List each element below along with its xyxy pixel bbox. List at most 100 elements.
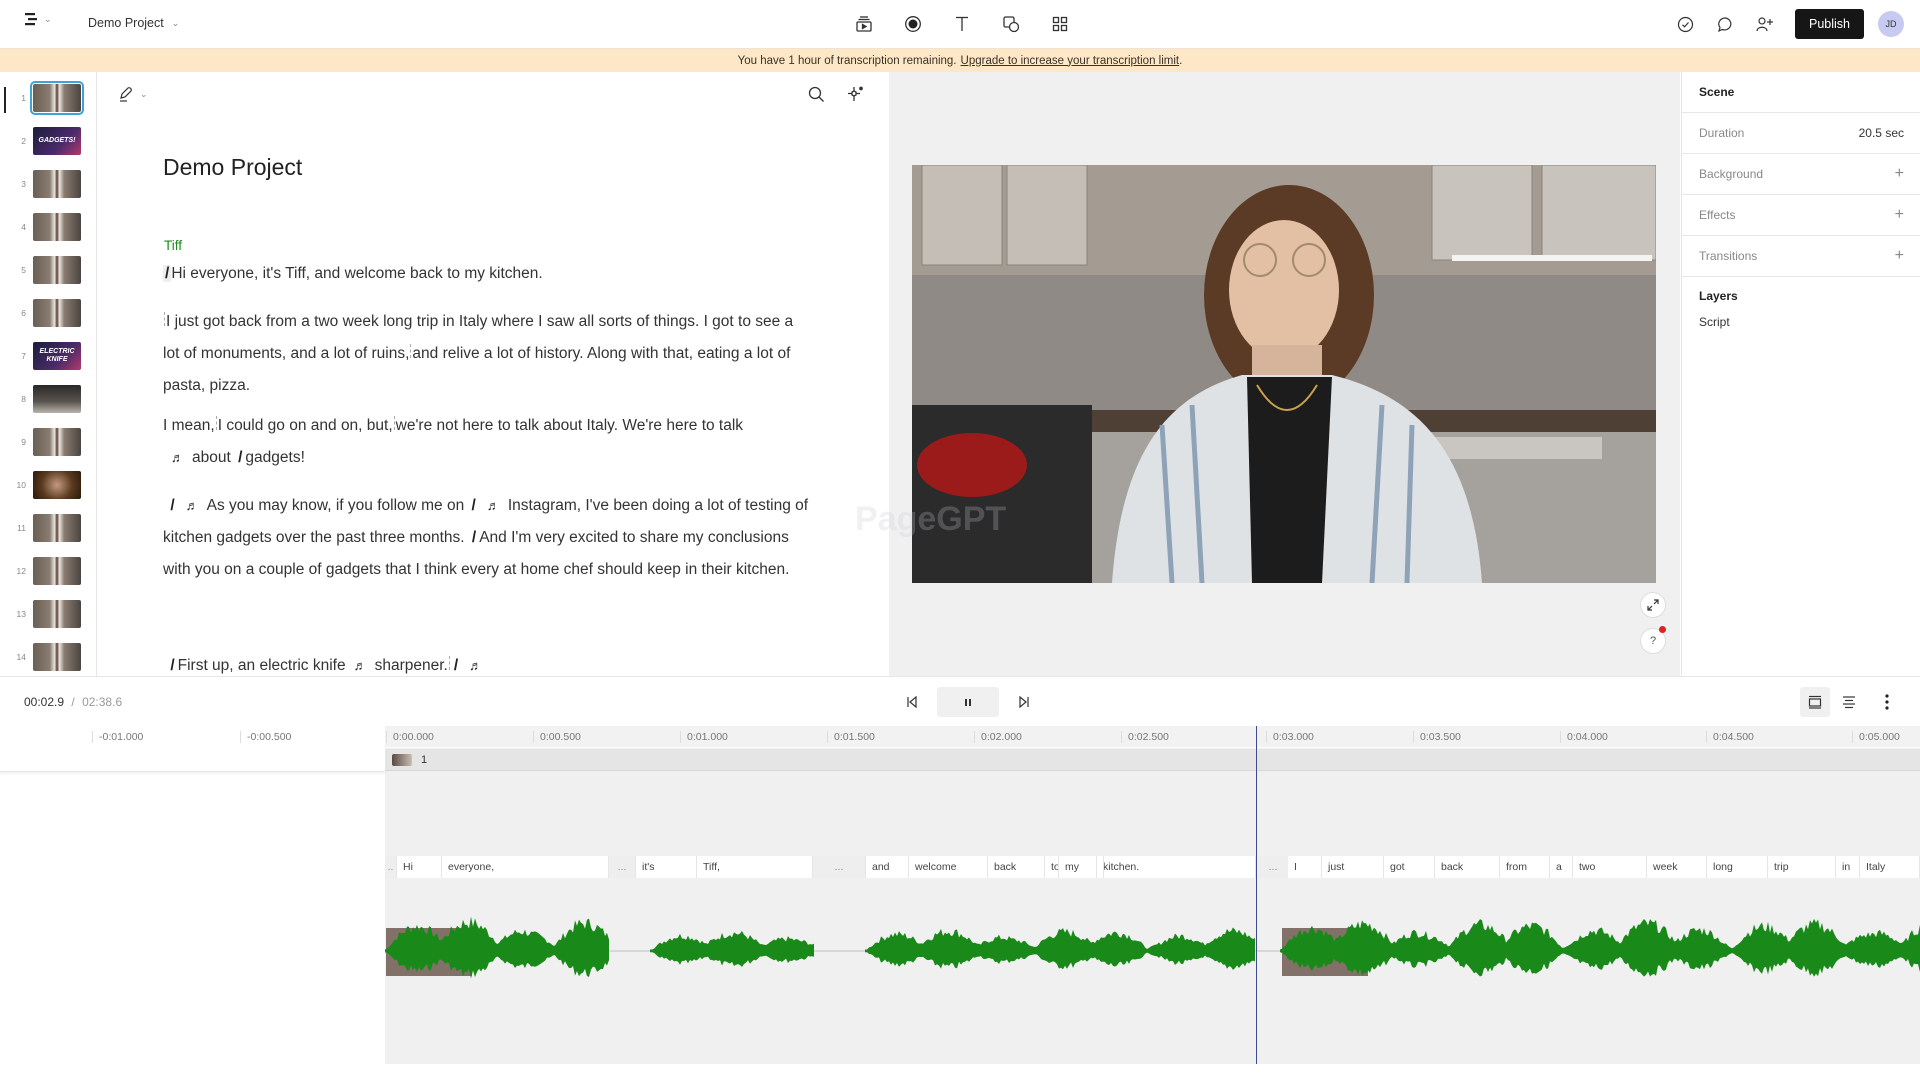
background-row[interactable]: Background +	[1682, 154, 1920, 195]
word-chip[interactable]: a	[1550, 856, 1573, 878]
word-chip[interactable]: and	[866, 856, 909, 878]
duration-row[interactable]: Duration 20.5 sec	[1682, 113, 1920, 154]
music-note-icon[interactable]: ♬	[479, 498, 508, 513]
word-gap[interactable]: ...	[1258, 856, 1289, 878]
scene-item-3[interactable]: 3	[0, 168, 96, 200]
word-gap[interactable]: ...	[813, 856, 866, 878]
add-background-icon[interactable]: +	[1895, 165, 1904, 183]
music-note-icon[interactable]: ♬	[178, 498, 207, 513]
shapes-tool-button[interactable]	[999, 12, 1023, 36]
review-button[interactable]	[1673, 12, 1697, 36]
invite-user-button[interactable]	[1753, 12, 1777, 36]
timeline-tracks[interactable]: 1 .. Hi everyone,... it's Tiff,... and welcome…	[385, 726, 1920, 1064]
scene-item-7[interactable]: 7 ELECTRIC KNIFE	[0, 340, 96, 372]
music-note-icon[interactable]: ♬	[346, 658, 375, 673]
word-chip[interactable]: to	[1045, 856, 1059, 878]
comments-button[interactable]	[1713, 12, 1737, 36]
scene-thumbnail	[33, 213, 81, 241]
speaker-label[interactable]: Tiff	[164, 238, 182, 253]
expand-preview-button[interactable]	[1640, 592, 1666, 618]
word-chip[interactable]: from	[1500, 856, 1550, 878]
scene-break-marker[interactable]: /	[469, 529, 479, 546]
duration-value[interactable]: 20.5 sec	[1859, 126, 1904, 140]
word-chip[interactable]: back	[1435, 856, 1500, 878]
scene-item-14[interactable]: 14	[0, 641, 96, 673]
word-chip[interactable]: two	[1573, 856, 1647, 878]
scene-item-12[interactable]: 12	[0, 555, 96, 587]
scene-item-10[interactable]: 10	[0, 469, 96, 501]
video-frame[interactable]	[912, 165, 1656, 583]
word-chip[interactable]: got	[1384, 856, 1435, 878]
scene-break-marker[interactable]: /	[167, 657, 177, 674]
music-note-icon[interactable]: ♬	[163, 450, 192, 465]
edit-mode-dropdown[interactable]: ⌄	[118, 86, 148, 102]
more-options-button[interactable]	[1872, 687, 1902, 717]
scene-item-4[interactable]: 4	[0, 211, 96, 243]
scene-item-13[interactable]: 13	[0, 598, 96, 630]
scene-break-marker[interactable]: /	[167, 497, 177, 514]
word-chip[interactable]: in	[1836, 856, 1860, 878]
word-chip[interactable]: kitchen.	[1097, 856, 1256, 878]
scene-thumbnail	[33, 256, 81, 284]
scene-break-marker[interactable]: /	[469, 497, 479, 514]
ai-sparkle-icon[interactable]	[847, 86, 864, 103]
transcript-view-button[interactable]	[1834, 687, 1864, 717]
script-paragraph[interactable]: / First up, an electric knife ♬ sharpener. /…	[163, 650, 813, 676]
script-paragraph[interactable]: I just got back from a two week long tri…	[163, 306, 813, 402]
word-track[interactable]: .. Hi everyone,... it's Tiff,... and welcome ba…	[385, 856, 1920, 878]
word-chip[interactable]: I	[1288, 856, 1322, 878]
more-vertical-icon	[1885, 694, 1889, 710]
scene-break-marker[interactable]: /	[235, 449, 245, 466]
record-tool-button[interactable]	[901, 12, 925, 36]
word-chip[interactable]: back	[988, 856, 1045, 878]
playhead[interactable]	[1256, 726, 1257, 1064]
word-chip[interactable]: Hi	[397, 856, 442, 878]
add-effect-icon[interactable]: +	[1895, 206, 1904, 224]
publish-button[interactable]: Publish	[1795, 9, 1864, 39]
skip-back-button[interactable]	[898, 687, 926, 717]
skip-forward-button[interactable]	[1010, 687, 1038, 717]
user-avatar[interactable]: JD	[1878, 11, 1904, 37]
word-chip[interactable]: Italy	[1860, 856, 1920, 878]
scenes-tool-button[interactable]	[852, 12, 876, 36]
scene-item-9[interactable]: 9	[0, 426, 96, 458]
layer-item[interactable]: Script	[1682, 315, 1920, 341]
audio-waveform[interactable]	[385, 901, 1920, 1001]
script-paragraph[interactable]: / Hi everyone, it's Tiff, and welcome bac…	[163, 258, 813, 290]
scene-item-1[interactable]: 1	[0, 81, 96, 115]
search-icon[interactable]	[808, 86, 825, 103]
apps-tool-button[interactable]	[1048, 12, 1072, 36]
music-note-icon[interactable]: ♬	[461, 658, 490, 673]
text-tool-button[interactable]	[950, 12, 974, 36]
main-menu-button[interactable]: ⌄	[24, 12, 52, 26]
scene-item-8[interactable]: 8	[0, 383, 96, 415]
timeline-view-button[interactable]	[1800, 687, 1830, 717]
time-display: 00:02.9 / 02:38.6	[24, 695, 122, 709]
word-chip[interactable]: it's	[636, 856, 697, 878]
word-chip[interactable]: everyone,	[442, 856, 609, 878]
word-chip[interactable]: trip	[1768, 856, 1836, 878]
word-chip[interactable]: long	[1707, 856, 1768, 878]
scene-item-6[interactable]: 6	[0, 297, 96, 329]
upgrade-link[interactable]: Upgrade to increase your transcription l…	[961, 55, 1180, 67]
scene-item-5[interactable]: 5	[0, 254, 96, 286]
help-button[interactable]: ?	[1640, 626, 1666, 654]
scene-item-2[interactable]: 2 GADGETS!	[0, 125, 96, 157]
effects-row[interactable]: Effects +	[1682, 195, 1920, 236]
word-chip[interactable]: Tiff,	[697, 856, 813, 878]
project-name-dropdown[interactable]: Demo Project ⌄	[88, 16, 179, 30]
word-chip[interactable]: just	[1322, 856, 1384, 878]
scene-break-marker[interactable]: /	[451, 657, 461, 674]
word-chip[interactable]: welcome	[909, 856, 988, 878]
word-chip[interactable]: my	[1059, 856, 1097, 878]
word-chip[interactable]: week	[1647, 856, 1707, 878]
script-paragraph[interactable]: / ♬ As you may know, if you follow me on /…	[163, 490, 813, 586]
pause-button[interactable]	[937, 687, 999, 717]
scene-item-11[interactable]: 11	[0, 512, 96, 544]
word-gap[interactable]: ..	[385, 856, 397, 878]
word-gap[interactable]: ...	[609, 856, 636, 878]
transitions-row[interactable]: Transitions +	[1682, 236, 1920, 277]
scene-track[interactable]: 1	[385, 749, 1920, 771]
script-paragraph[interactable]: I mean, I could go on and on, but, we're n…	[163, 410, 813, 474]
add-transition-icon[interactable]: +	[1895, 247, 1904, 265]
